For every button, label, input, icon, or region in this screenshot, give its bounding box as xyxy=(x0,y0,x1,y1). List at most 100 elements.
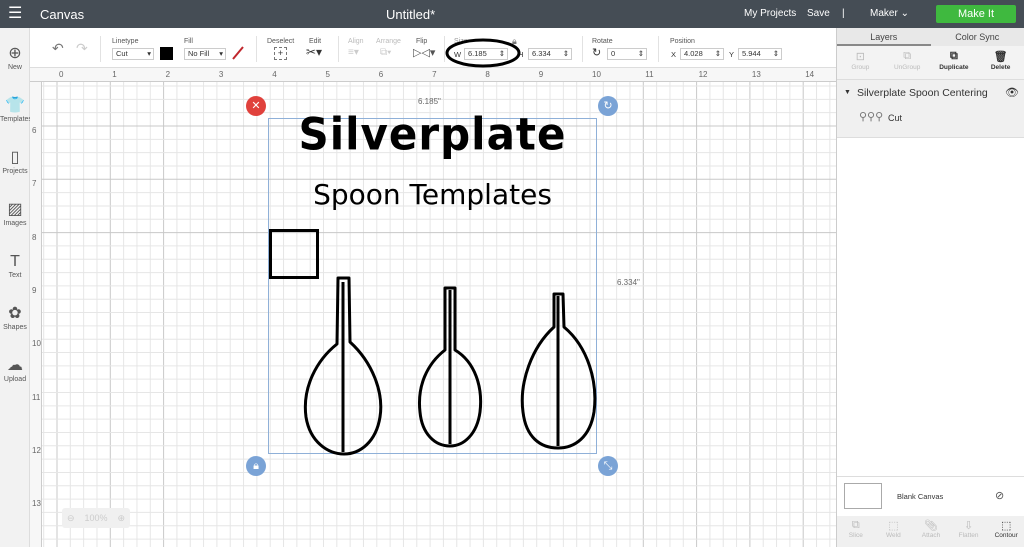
hidden-eye-icon[interactable]: ⊘ xyxy=(995,489,1004,502)
eye-icon[interactable]: 👁︎ xyxy=(1005,86,1019,99)
layer-group[interactable]: ▼ Silverplate Spoon Centering 👁︎ ⚲⚲⚲ Cut xyxy=(837,80,1024,138)
vertical-ruler: 6 7 8 9 10 11 12 13 xyxy=(30,82,42,547)
blank-canvas-row[interactable]: Blank Canvas ⊘ xyxy=(837,476,1024,516)
weld-button[interactable]: ⬚ Weld xyxy=(875,516,913,547)
layer-thumbnail-icon: ⚲⚲⚲ xyxy=(859,111,884,123)
sidebar-item-templates[interactable]: 👕 Templates xyxy=(0,96,32,123)
design-canvas[interactable]: 6.185" 6.334" ✕ ↻ 🔒︎ ⤡ Silverplate Spoon… xyxy=(42,82,836,547)
rotate-input[interactable]: 0 ⇕ xyxy=(607,48,647,60)
contour-button[interactable]: ⬚ Contour xyxy=(987,516,1024,547)
slice-label: Slice xyxy=(848,532,863,539)
sidebar-item-new[interactable]: ⊕ New xyxy=(0,44,30,71)
position-label: Position xyxy=(670,38,695,45)
flip-icon[interactable]: ▷◁▾ xyxy=(413,46,435,59)
height-input[interactable]: 6.334 ⇕ xyxy=(528,48,572,60)
undo-icon[interactable]: ↶ xyxy=(52,40,64,57)
sidebar-label: New xyxy=(7,64,22,71)
ruler-tick-label: 3 xyxy=(218,70,224,79)
rotate-icon: ↻ xyxy=(592,47,602,59)
sidebar-label: Shapes xyxy=(3,324,27,331)
book-icon: ▯ xyxy=(10,149,20,166)
align-icon[interactable]: ≡▾ xyxy=(348,47,359,58)
ruler-tick-label: 0 xyxy=(59,70,64,79)
ruler-tick-label: 12 xyxy=(698,70,708,79)
ruler-tick-label: 7 xyxy=(32,179,37,189)
group-button[interactable]: ⊡ Group xyxy=(837,46,884,79)
machine-select[interactable]: Maker ⌄ xyxy=(870,8,909,19)
color-swatch[interactable] xyxy=(160,47,173,60)
shirt-icon: 👕 xyxy=(5,97,25,114)
divider: | xyxy=(842,8,845,19)
sidebar-item-text[interactable]: T Text xyxy=(0,252,30,279)
no-fill-swatch-icon[interactable] xyxy=(231,46,245,60)
text-icon: T xyxy=(10,253,20,270)
sidebar-label: Projects xyxy=(2,168,28,175)
ruler-tick-label: 12 xyxy=(32,445,41,455)
flatten-icon: ⇩ xyxy=(963,520,974,532)
linetype-select[interactable]: Cut ▾ xyxy=(112,48,154,60)
tab-layers[interactable]: Layers xyxy=(837,28,931,46)
edit-toolbar: ↶ ↷ Linetype Cut ▾ Fill No Fill ▾ Desele… xyxy=(30,28,836,68)
top-bar: ☰ Canvas Untitled* My Projects Save | Ma… xyxy=(0,0,1024,28)
trash-icon: 🗑︎ xyxy=(993,51,1008,63)
ruler-tick-label: 2 xyxy=(165,70,171,79)
zoom-level: 100% xyxy=(84,513,108,523)
flatten-label: Flatten xyxy=(958,532,979,539)
sidebar-item-upload[interactable]: ☁ Upload xyxy=(0,356,30,383)
ungroup-button[interactable]: ⧉ UnGroup xyxy=(884,46,931,79)
zoom-control: ⊖ 100% ⊕ xyxy=(62,508,130,528)
redo-icon[interactable]: ↷ xyxy=(76,40,88,57)
y-input[interactable]: 5.944 ⇕ xyxy=(738,48,782,60)
sidebar-item-images[interactable]: ▨ Images xyxy=(0,200,30,227)
ruler-tick-label: 8 xyxy=(32,232,37,242)
document-title: Untitled* xyxy=(386,7,436,22)
save-link[interactable]: Save xyxy=(807,8,830,19)
image-icon: ▨ xyxy=(7,201,23,218)
ruler-tick-label: 13 xyxy=(751,70,761,79)
delete-button[interactable]: 🗑︎ Delete xyxy=(977,46,1024,79)
zoom-in-icon[interactable]: ⊕ xyxy=(117,513,125,524)
ruler-tick-label: 9 xyxy=(538,70,544,79)
cloud-upload-icon: ☁ xyxy=(7,357,23,374)
fill-select[interactable]: No Fill ▾ xyxy=(184,48,226,60)
weld-label: Weld xyxy=(886,532,901,539)
my-projects-link[interactable]: My Projects xyxy=(744,8,796,19)
make-it-button[interactable]: Make It xyxy=(936,5,1016,23)
deselect-button[interactable]: + xyxy=(274,47,287,60)
ruler-tick-label: 10 xyxy=(592,70,601,79)
duplicate-button[interactable]: ⧉ Duplicate xyxy=(931,46,978,79)
ruler-tick-label: 11 xyxy=(32,392,41,402)
attach-label: Attach xyxy=(921,532,941,539)
attach-button[interactable]: 📎︎ Attach xyxy=(912,516,950,547)
arrange-label: Arrange xyxy=(376,38,401,45)
layer-item-cut[interactable]: Cut xyxy=(888,113,902,123)
group-label: Group xyxy=(851,64,870,71)
blank-canvas-swatch[interactable] xyxy=(844,483,882,509)
sidebar-item-projects[interactable]: ▯ Projects xyxy=(0,148,30,175)
duplicate-icon: ⧉ xyxy=(949,50,958,62)
align-label: Align xyxy=(348,38,364,45)
x-input[interactable]: 4.028 ⇕ xyxy=(680,48,724,60)
y-label: Y xyxy=(729,50,735,59)
edit-label: Edit xyxy=(309,38,322,45)
ruler-tick-label: 9 xyxy=(32,285,37,295)
hamburger-icon[interactable]: ☰ xyxy=(8,3,22,23)
slice-icon: ⧉ xyxy=(851,519,860,531)
ruler-tick-label: 5 xyxy=(325,70,330,79)
flip-label: Flip xyxy=(416,38,428,45)
sidebar-label: Text xyxy=(8,272,22,279)
arrange-icon[interactable]: ⧉▾ xyxy=(380,47,391,58)
tab-color-sync[interactable]: Color Sync xyxy=(931,28,1024,46)
caret-down-icon[interactable]: ▼ xyxy=(844,89,851,96)
x-value: 4.028 xyxy=(684,49,703,58)
zoom-out-icon[interactable]: ⊖ xyxy=(67,513,75,524)
edit-scissors-icon[interactable]: ✂▾ xyxy=(306,45,322,59)
fill-value: No Fill xyxy=(188,49,210,58)
ungroup-icon: ⧉ xyxy=(903,50,912,62)
delete-label: Delete xyxy=(990,64,1011,71)
flatten-button[interactable]: ⇩ Flatten xyxy=(950,516,988,547)
ruler-tick-label: 13 xyxy=(32,499,41,509)
layers-panel: Layers Color Sync ⊡ Group ⧉ UnGroup ⧉ Dupli… xyxy=(836,28,1024,547)
slice-button[interactable]: ⧉ Slice xyxy=(837,516,875,547)
sidebar-item-shapes[interactable]: ✿ Shapes xyxy=(0,304,30,331)
